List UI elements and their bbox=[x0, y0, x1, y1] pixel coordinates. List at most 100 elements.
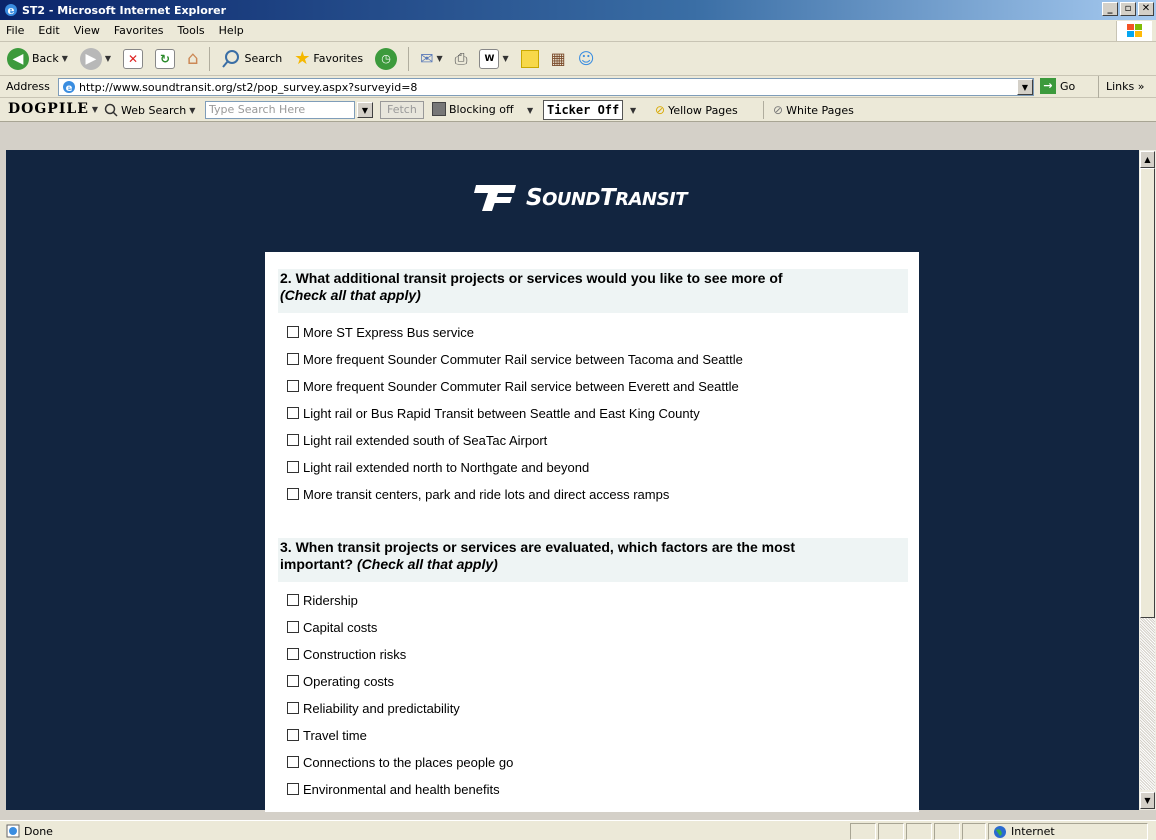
option-q3-2[interactable]: Capital costs bbox=[287, 619, 377, 635]
checkbox[interactable] bbox=[287, 407, 299, 419]
back-label: Back bbox=[32, 52, 59, 65]
option-q2-1[interactable]: More ST Express Bus service bbox=[287, 324, 474, 340]
window-title: ST2 - Microsoft Internet Explorer bbox=[22, 3, 227, 17]
checkbox[interactable] bbox=[287, 675, 299, 687]
white-pages-button[interactable]: ⊘ White Pages bbox=[773, 103, 854, 117]
go-label: Go bbox=[1060, 79, 1076, 93]
page-icon: e bbox=[63, 81, 75, 94]
dogpile-toolbar: DOGPILE ▼ Web Search ▼ Type Search Here … bbox=[0, 98, 1156, 122]
messenger-button[interactable]: ☺ bbox=[575, 46, 598, 72]
status-bar: Done Internet bbox=[0, 820, 1156, 840]
menu-tools[interactable]: Tools bbox=[178, 24, 205, 37]
home-button[interactable]: ⌂ bbox=[184, 46, 201, 72]
option-q2-7[interactable]: More transit centers, park and ride lots… bbox=[287, 486, 669, 502]
checkbox[interactable] bbox=[287, 756, 299, 768]
research-button[interactable]: ▦ bbox=[548, 46, 569, 72]
checkbox[interactable] bbox=[287, 488, 299, 500]
status-text: Done bbox=[24, 825, 53, 838]
checkbox[interactable] bbox=[287, 594, 299, 606]
status-panel bbox=[906, 823, 932, 840]
question-3-title-cont: important? bbox=[280, 556, 354, 572]
web-search-button[interactable]: Web Search ▼ bbox=[104, 103, 195, 117]
window-title-bar[interactable]: e ST2 - Microsoft Internet Explorer _ ▫ … bbox=[0, 0, 1156, 20]
option-q3-3[interactable]: Construction risks bbox=[287, 646, 406, 662]
ie-icon: e bbox=[5, 4, 17, 17]
menu-view[interactable]: View bbox=[74, 24, 100, 37]
toolbar-separator bbox=[209, 46, 211, 71]
address-url: http://www.soundtransit.org/st2/pop_surv… bbox=[79, 80, 418, 94]
address-bar: Address e http://www.soundtransit.org/st… bbox=[0, 76, 1156, 98]
checkbox[interactable] bbox=[287, 353, 299, 365]
address-input[interactable]: e http://www.soundtransit.org/st2/pop_su… bbox=[58, 78, 1034, 96]
checkbox[interactable] bbox=[287, 461, 299, 473]
option-q3-8[interactable]: Environmental and health benefits bbox=[287, 781, 500, 797]
option-q2-5[interactable]: Light rail extended south of SeaTac Airp… bbox=[287, 432, 547, 448]
search-button[interactable]: Search bbox=[218, 46, 285, 72]
checkbox[interactable] bbox=[287, 380, 299, 392]
option-q2-4[interactable]: Light rail or Bus Rapid Transit between … bbox=[287, 405, 700, 421]
checkbox[interactable] bbox=[287, 434, 299, 446]
scroll-thumb[interactable] bbox=[1140, 168, 1155, 618]
history-button[interactable]: ◷ bbox=[372, 46, 400, 72]
checkbox[interactable] bbox=[287, 326, 299, 338]
address-dropdown[interactable]: ▼ bbox=[1017, 79, 1033, 95]
print-button[interactable]: ⎙ bbox=[452, 46, 471, 72]
option-q2-2[interactable]: More frequent Sounder Commuter Rail serv… bbox=[287, 351, 743, 367]
mail-button[interactable]: ✉ ▼ bbox=[417, 46, 446, 72]
close-button[interactable]: ✕ bbox=[1138, 2, 1154, 16]
standard-toolbar: ◀ Back ▼ ▶ ▼ ✕ ↻ ⌂ Search ★ Favorites ◷ … bbox=[0, 42, 1156, 76]
menu-favorites[interactable]: Favorites bbox=[114, 24, 164, 37]
menu-edit[interactable]: Edit bbox=[38, 24, 59, 37]
vertical-scrollbar[interactable]: ▲ ▼ bbox=[1139, 150, 1156, 810]
scroll-up-button[interactable]: ▲ bbox=[1140, 151, 1155, 168]
favorites-button[interactable]: ★ Favorites bbox=[291, 46, 366, 72]
dogpile-search-input[interactable]: Type Search Here bbox=[205, 101, 355, 119]
fetch-button[interactable]: Fetch bbox=[380, 101, 424, 119]
refresh-button[interactable]: ↻ bbox=[152, 46, 178, 72]
scroll-down-button[interactable]: ▼ bbox=[1140, 792, 1155, 809]
minimize-button[interactable]: _ bbox=[1102, 2, 1118, 16]
option-q3-5[interactable]: Reliability and predictability bbox=[287, 700, 460, 716]
option-q3-1[interactable]: Ridership bbox=[287, 592, 358, 608]
note-icon bbox=[520, 49, 539, 68]
research-icon: ▦ bbox=[550, 49, 566, 68]
checkbox[interactable] bbox=[287, 729, 299, 741]
checkbox[interactable] bbox=[287, 621, 299, 633]
checkbox[interactable] bbox=[287, 648, 299, 660]
search-dropdown[interactable]: ▼ bbox=[357, 102, 373, 118]
discuss-button[interactable] bbox=[518, 46, 542, 72]
dogpile-logo[interactable]: DOGPILE bbox=[8, 101, 89, 117]
checkbox[interactable] bbox=[287, 702, 299, 714]
svg-text:e: e bbox=[66, 83, 73, 94]
back-button[interactable]: ◀ Back ▼ bbox=[4, 46, 71, 72]
question-3-heading: 3. When transit projects or services are… bbox=[278, 538, 908, 582]
logo-wordmark: SOUNDTRANSIT bbox=[526, 185, 688, 211]
menu-help[interactable]: Help bbox=[219, 24, 244, 37]
survey-panel: 2. What additional transit projects or s… bbox=[265, 252, 919, 812]
web-search-label: Web Search bbox=[121, 103, 187, 117]
links-button[interactable]: Links » bbox=[1106, 80, 1144, 93]
option-q3-4[interactable]: Operating costs bbox=[287, 673, 394, 689]
edit-button[interactable]: W ▼ bbox=[476, 46, 511, 72]
option-q2-3[interactable]: More frequent Sounder Commuter Rail serv… bbox=[287, 378, 739, 394]
status-panel bbox=[878, 823, 904, 840]
option-q2-6[interactable]: Light rail extended north to Northgate a… bbox=[287, 459, 589, 475]
yellow-pages-label: Yellow Pages bbox=[668, 103, 738, 117]
chevron-down-icon: ▼ bbox=[61, 54, 68, 63]
ticker-toggle[interactable]: Ticker Off bbox=[543, 100, 624, 120]
chevron-down-icon: ▼ bbox=[91, 104, 99, 114]
menu-file[interactable]: File bbox=[6, 24, 24, 37]
option-q3-6[interactable]: Travel time bbox=[287, 727, 367, 743]
question-3-hint: (Check all that apply) bbox=[357, 556, 498, 572]
blocking-toggle[interactable]: Blocking off bbox=[432, 102, 514, 116]
toolbar-separator bbox=[408, 46, 410, 71]
option-q3-7[interactable]: Connections to the places people go bbox=[287, 754, 513, 770]
go-button[interactable]: → Go bbox=[1040, 78, 1075, 94]
question-3-title: 3. When transit projects or services are… bbox=[280, 539, 796, 555]
yellow-pages-button[interactable]: ⊘ Yellow Pages bbox=[655, 103, 738, 117]
forward-button[interactable]: ▶ ▼ bbox=[77, 46, 114, 72]
stop-button[interactable]: ✕ bbox=[120, 46, 146, 72]
windows-logo-icon bbox=[1116, 21, 1152, 41]
checkbox[interactable] bbox=[287, 783, 299, 795]
maximize-button[interactable]: ▫ bbox=[1120, 2, 1136, 16]
